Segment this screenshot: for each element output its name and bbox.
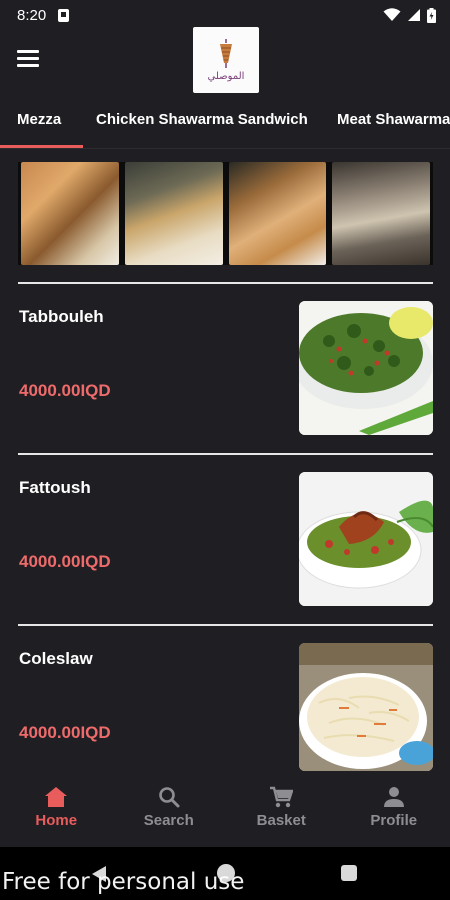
recents-icon[interactable] (341, 865, 357, 881)
nav-label: Search (143, 812, 194, 829)
banner-photo (124, 162, 223, 265)
banner-photo (21, 162, 119, 265)
nav-label: Profile (370, 812, 418, 829)
item-name: Tabbouleh (19, 307, 104, 326)
item-name: Coleslaw (19, 649, 93, 668)
tab-mezza[interactable]: Mezza (17, 98, 96, 148)
banner-photo (332, 162, 430, 265)
item-price: 4000.00IQD (19, 381, 111, 400)
nav-home[interactable]: Home (0, 772, 113, 847)
nav-label: Basket (256, 812, 306, 829)
status-time: 8:20 (17, 6, 47, 24)
status-left: 8:20 (17, 6, 70, 24)
logo-text: الموصلي (207, 70, 245, 82)
item-photo (299, 301, 433, 435)
nav-profile[interactable]: Profile (338, 772, 450, 847)
menu-item-fattoush[interactable]: Fattoush 4000.00IQD (18, 472, 433, 607)
item-price: 4000.00IQD (19, 723, 111, 742)
app-header: الموصلي (0, 27, 450, 96)
menu-item-tabbouleh[interactable]: Tabbouleh 4000.00IQD (18, 301, 433, 436)
battery-icon (427, 7, 436, 23)
hamburger-menu-icon[interactable] (17, 50, 39, 70)
bottom-navigation: Home Search Basket Profile (0, 772, 450, 847)
nav-label: Home (35, 812, 78, 829)
wifi-icon (383, 8, 401, 21)
menu-item-coleslaw[interactable]: Coleslaw 4000.00IQD (18, 643, 433, 778)
item-divider (18, 282, 433, 284)
logo: الموصلي (193, 27, 259, 93)
sim-icon (58, 8, 70, 22)
nav-search[interactable]: Search (113, 772, 226, 847)
watermark: Free for personal use (2, 869, 245, 895)
home-icon (45, 787, 68, 807)
shawarma-logo-icon (220, 38, 232, 68)
search-icon (158, 787, 180, 808)
item-photo (299, 472, 433, 606)
category-banner (18, 162, 433, 265)
nav-basket[interactable]: Basket (225, 772, 338, 847)
item-divider (18, 624, 433, 626)
item-divider (18, 453, 433, 455)
item-photo (299, 643, 433, 771)
person-icon (383, 787, 404, 807)
banner-photo (228, 162, 327, 265)
tabs-divider (0, 148, 450, 149)
cart-icon (270, 786, 294, 808)
signal-icon (408, 9, 420, 21)
item-price: 4000.00IQD (19, 552, 111, 571)
tab-meat-shawarma[interactable]: Meat Shawarma (337, 98, 450, 148)
status-bar: 8:20 (0, 0, 450, 30)
item-name: Fattoush (19, 478, 91, 497)
status-right (383, 7, 436, 23)
tab-chicken-shawarma-sandwich[interactable]: Chicken Shawarma Sandwich (96, 98, 337, 148)
category-tabs: Mezza Chicken Shawarma Sandwich Meat Sha… (0, 98, 450, 148)
